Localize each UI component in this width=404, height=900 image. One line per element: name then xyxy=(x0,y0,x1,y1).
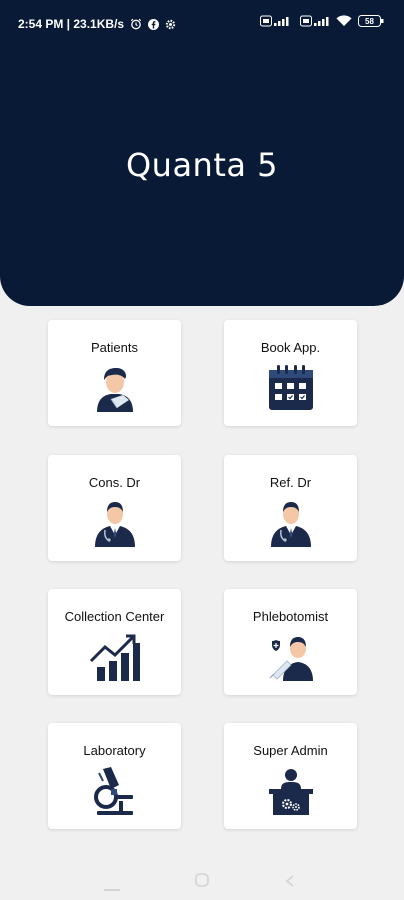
menu-card-patients[interactable]: Patients xyxy=(48,320,181,426)
status-bar: 2:54 PM | 23.1KB/s 58 xyxy=(0,0,404,50)
hd-signal-icon xyxy=(260,15,294,27)
menu-card-label: Ref. Dr xyxy=(269,475,312,490)
menu-card-phlebotomist[interactable]: Phlebotomist xyxy=(224,589,357,695)
status-right: 58 xyxy=(260,15,384,27)
menu-card-label: Laboratory xyxy=(83,743,146,758)
settings-icon xyxy=(165,19,176,30)
menu-nav-button[interactable] xyxy=(104,879,120,897)
back-nav-button[interactable] xyxy=(284,874,296,892)
menu-card-laboratory[interactable]: Laboratory xyxy=(48,723,181,829)
alarm-icon xyxy=(130,18,142,30)
battery-level: 58 xyxy=(365,17,374,26)
app-header: 2:54 PM | 23.1KB/s 58 Quanta 5 xyxy=(0,0,404,306)
doctor-icon xyxy=(265,497,317,549)
status-time: 2:54 PM | 23.1KB/s xyxy=(18,17,125,31)
menu-card-cons-dr[interactable]: Cons. Dr xyxy=(48,455,181,561)
menu-card-label: Collection Center xyxy=(64,609,165,624)
growth-chart-icon xyxy=(89,631,141,683)
phlebotomist-icon xyxy=(265,631,317,683)
menu-card-label: Super Admin xyxy=(253,743,328,758)
menu-card-label: Patients xyxy=(91,340,138,355)
patient-icon xyxy=(89,362,141,414)
wifi-icon xyxy=(336,15,352,27)
battery-icon: 58 xyxy=(358,15,384,27)
home-nav-button[interactable] xyxy=(194,872,210,893)
doctor-icon xyxy=(89,497,141,549)
microscope-icon xyxy=(89,765,141,817)
menu-card-label: Book App. xyxy=(260,340,321,355)
menu-card-collection-center[interactable]: Collection Center xyxy=(48,589,181,695)
admin-desk-icon xyxy=(265,765,317,817)
brand-title: Quanta 5 xyxy=(125,146,279,184)
menu-card-label: Phlebotomist xyxy=(252,609,329,624)
menu-card-ref-dr[interactable]: Ref. Dr xyxy=(224,455,357,561)
menu-card-super-admin[interactable]: Super Admin xyxy=(224,723,357,829)
calendar-icon xyxy=(265,362,317,414)
facebook-icon xyxy=(148,18,160,30)
menu-card-label: Cons. Dr xyxy=(88,475,141,490)
menu-card-book-app[interactable]: Book App. xyxy=(224,320,357,426)
hd-signal-2-icon xyxy=(300,15,330,27)
status-left: 2:54 PM | 23.1KB/s xyxy=(18,17,176,31)
system-navigation-bar xyxy=(0,862,404,900)
